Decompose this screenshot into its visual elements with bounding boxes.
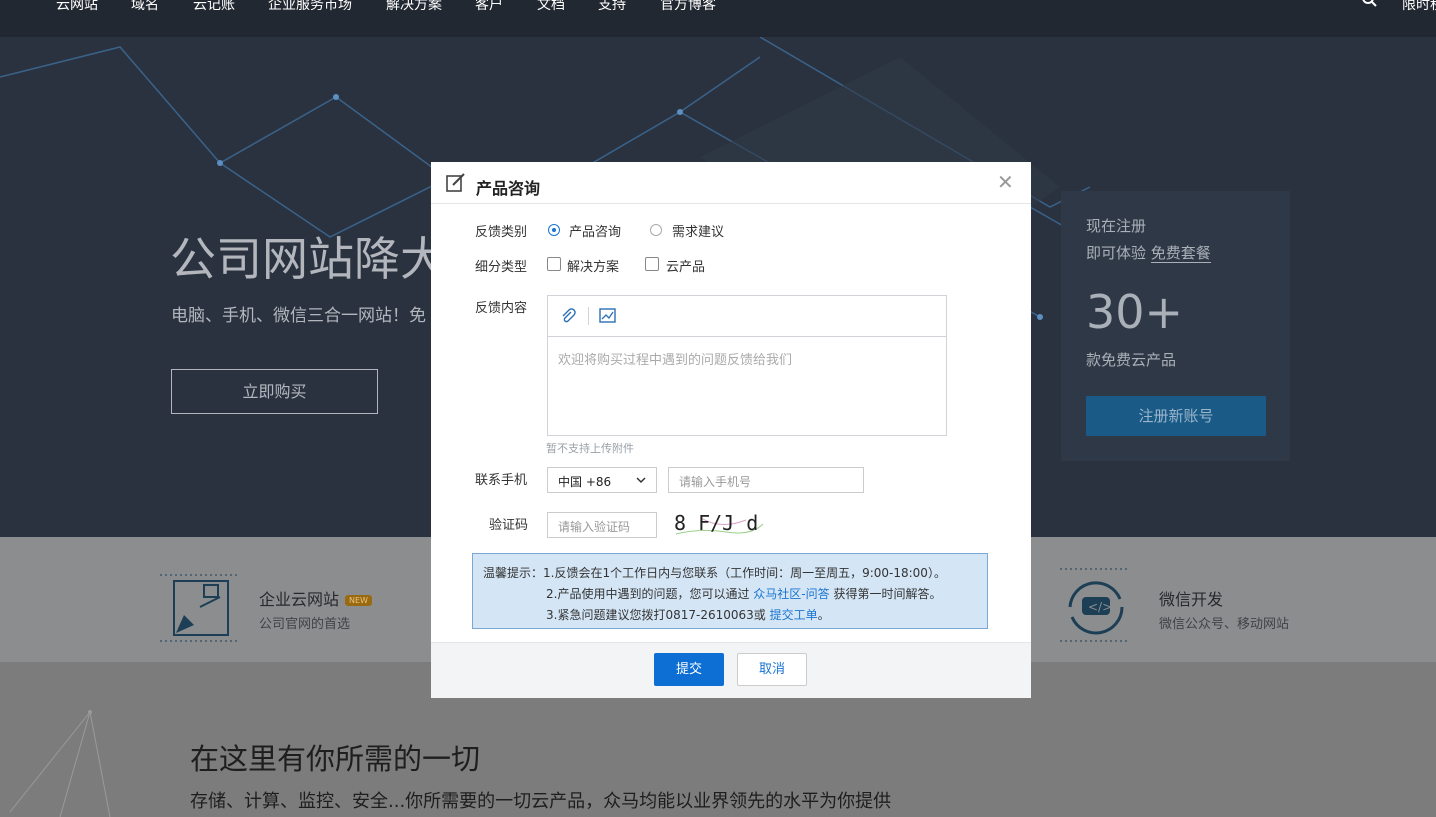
- register-button[interactable]: 注册新账号: [1086, 396, 1266, 436]
- top-nav: 云网站 域名 云记账 企业服务市场 解决方案 客户 文档 支持 官方博客 限时秒: [0, 0, 1436, 37]
- notice-line1: 温馨提示：1.反馈会在1个工作日内与您联系（工作时间：周一至周五，9:00-18…: [483, 566, 946, 580]
- new-badge: NEW: [345, 595, 372, 606]
- nav-item-cloud-accounting[interactable]: 云记账: [193, 0, 235, 14]
- edit-icon: [446, 173, 465, 192]
- feature-desc-wechat: 微信公众号、移动网站: [1159, 617, 1290, 632]
- notice-box: 温馨提示：1.反馈会在1个工作日内与您联系（工作时间：周一至周五，9:00-18…: [472, 553, 988, 629]
- phone-input-placeholder: 请输入手机号: [679, 475, 752, 489]
- close-icon[interactable]: ✕: [997, 172, 1014, 192]
- dialog-header: 产品咨询 ✕: [431, 162, 1031, 204]
- submit-ticket-link[interactable]: 提交工单: [770, 608, 818, 622]
- svg-text:</>: </>: [1088, 600, 1112, 614]
- attachment-hint: 暂不支持上传附件: [546, 442, 634, 455]
- feedback-type-label: 反馈类别: [475, 225, 528, 240]
- country-code-value: 中国 +86: [558, 475, 612, 489]
- radio-product-consult[interactable]: [548, 224, 560, 236]
- notice-line3: 3.紧急问题建议您拨打0817-2610063或 提交工单。: [546, 606, 830, 623]
- feature-title-wechat: 微信开发: [1159, 590, 1224, 609]
- nav-item-flash-sale[interactable]: 限时秒: [1402, 0, 1436, 14]
- feature-desc-website: 公司官网的首选: [259, 617, 351, 632]
- submit-button[interactable]: 提交: [654, 653, 724, 686]
- radio-product-consult-label: 产品咨询: [569, 225, 622, 240]
- phone-label: 联系手机: [475, 473, 528, 488]
- country-code-select[interactable]: 中国 +86: [547, 467, 657, 493]
- section-title: 在这里有你所需的一切: [190, 742, 481, 776]
- dialog-title: 产品咨询: [476, 179, 541, 198]
- register-panel-line2: 即可体验 免费套餐: [1086, 242, 1211, 263]
- captcha-input-placeholder: 请输入验证码: [558, 520, 631, 534]
- paperclip-icon[interactable]: [560, 308, 576, 324]
- feature-title-website-text: 企业云网站: [259, 590, 340, 609]
- hero-title: 公司网站降大: [170, 232, 446, 286]
- subtype-label: 细分类型: [475, 260, 528, 275]
- hero-subtitle: 电脑、手机、微信三合一网站！免: [171, 306, 426, 326]
- decorative-lines: [9, 710, 111, 817]
- nav-item-blog[interactable]: 官方博客: [660, 0, 716, 14]
- radio-requirement-suggestion[interactable]: [650, 224, 662, 236]
- nav-item-docs[interactable]: 文档: [537, 0, 565, 14]
- captcha-image[interactable]: 8 F/J d: [671, 510, 764, 540]
- nav-item-domain[interactable]: 域名: [131, 0, 159, 14]
- feedback-editor[interactable]: 欢迎将购买过程中遇到的问题反馈给我们: [547, 295, 947, 436]
- free-plan-link[interactable]: 免费套餐: [1150, 244, 1211, 263]
- notice-line2-suffix: 获得第一时间解答。: [833, 587, 942, 601]
- section-subtitle: 存储、计算、监控、安全...你所需要的一切云产品，众马均能以业界领先的水平为你提…: [190, 791, 892, 812]
- free-product-count: 30+: [1086, 285, 1184, 339]
- toolbar-divider: [588, 307, 589, 325]
- radio-requirement-suggestion-label: 需求建议: [672, 225, 725, 240]
- checkbox-solutions[interactable]: [547, 257, 561, 271]
- product-consult-dialog: 产品咨询 ✕ 反馈类别 产品咨询 需求建议 细分类型 解决方案 云产品 反馈内容…: [431, 162, 1031, 698]
- image-icon[interactable]: [599, 308, 616, 323]
- nav-item-support[interactable]: 支持: [598, 0, 626, 14]
- feature-title-website: 企业云网站 NEW: [259, 586, 372, 610]
- checkbox-cloud-product-label: 云产品: [666, 260, 706, 275]
- dialog-footer: 提交 取消: [431, 642, 1031, 698]
- search-icon[interactable]: [1361, 0, 1379, 12]
- nav-item-enterprise-market[interactable]: 企业服务市场: [268, 0, 352, 14]
- nav-item-cloud-website[interactable]: 云网站: [56, 0, 98, 14]
- notice-line3-prefix: 3.紧急问题建议您拨打0817-2610063或: [546, 608, 766, 622]
- wechat-dev-feature-icon: </>: [1060, 568, 1130, 642]
- editor-toolbar: [548, 296, 946, 337]
- nav-item-solutions[interactable]: 解决方案: [386, 0, 442, 14]
- register-panel-line2-prefix: 即可体验: [1086, 244, 1147, 262]
- nav-item-customers[interactable]: 客户: [475, 0, 503, 14]
- captcha-input[interactable]: 请输入验证码: [547, 512, 657, 538]
- checkbox-cloud-product[interactable]: [645, 257, 659, 271]
- cancel-button[interactable]: 取消: [737, 653, 807, 686]
- website-feature-icon: [160, 574, 240, 642]
- content-label: 反馈内容: [475, 301, 528, 316]
- captcha-label: 验证码: [489, 518, 529, 533]
- register-panel-line1: 现在注册: [1086, 217, 1147, 235]
- captcha-text: 8 F/J d: [674, 511, 759, 535]
- checkbox-solutions-label: 解决方案: [567, 260, 620, 275]
- register-panel: 现在注册 即可体验 免费套餐 30+ 款免费云产品 注册新账号: [1061, 191, 1290, 461]
- content-placeholder: 欢迎将购买过程中遇到的问题反馈给我们: [558, 353, 793, 368]
- buy-now-button[interactable]: 立即购买: [171, 369, 378, 414]
- phone-input[interactable]: 请输入手机号: [668, 467, 864, 493]
- community-qa-link[interactable]: 众马社区-问答: [753, 587, 829, 601]
- notice-line2-prefix: 2.产品使用中遇到的问题，您可以通过: [546, 587, 750, 601]
- chevron-down-icon: [636, 477, 646, 484]
- register-panel-line3: 款免费云产品: [1086, 351, 1177, 369]
- notice-line3-suffix: 。: [817, 608, 830, 622]
- notice-line2: 2.产品使用中遇到的问题，您可以通过 众马社区-问答 获得第一时间解答。: [546, 585, 941, 602]
